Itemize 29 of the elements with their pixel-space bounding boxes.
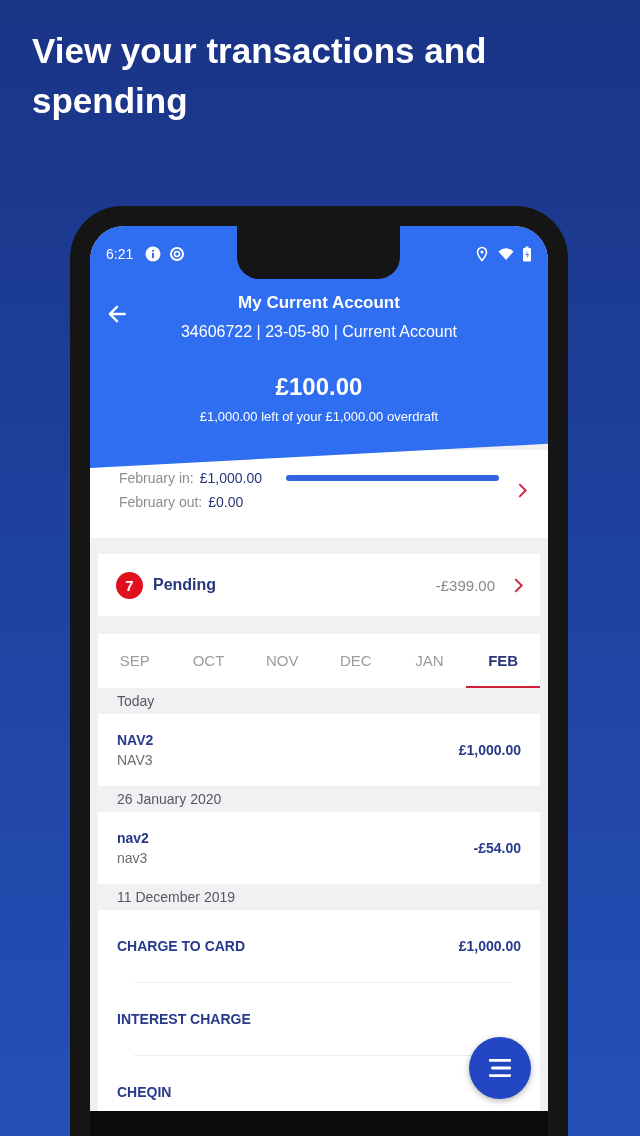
account-title: My Current Account [238, 293, 400, 313]
pending-count-badge: 7 [116, 571, 143, 599]
pending-label: Pending [153, 576, 217, 594]
in-label: February in: [119, 470, 194, 486]
month-tab[interactable]: FEB [466, 634, 541, 688]
transaction-name[interactable]: INTEREST CHARGE [117, 1011, 251, 1027]
account-details: 34606722 | 23-05-80 | Current Account [180, 323, 458, 341]
date-header: 11 December 2019 [116, 888, 237, 907]
pending-card[interactable]: 7 Pending -£399.00 [98, 554, 540, 616]
balance: £100.00 [274, 373, 364, 401]
transaction-name[interactable]: nav2 [117, 830, 149, 846]
status-time: 6:21 [106, 245, 134, 262]
pending-amount: -£399.00 [435, 576, 495, 594]
summary-card[interactable]: February in: £1,000.00 February out: £0.00 [90, 450, 548, 538]
transaction-name[interactable]: NAV2 [117, 732, 154, 748]
out-label: February out: [119, 494, 203, 510]
transaction-detail: NAV3 [117, 752, 153, 768]
in-amount: £1,000.00 [199, 470, 262, 486]
date-header: Today [116, 692, 156, 711]
transaction-amount: £1,000.00 [458, 938, 521, 954]
out-amount: £0.00 [208, 494, 244, 510]
date-header: 26 January 2020 [116, 790, 223, 809]
transaction-amount: £1,000.00 [458, 742, 521, 758]
headline: View your transactions and spending [31, 30, 488, 122]
transaction-name[interactable]: CHEQIN [117, 1084, 172, 1100]
transaction-detail: nav3 [117, 850, 148, 866]
overdraft-text: £1,000.00 left of your £1,000.00 overdraft [198, 409, 440, 424]
transaction-amount: -£54.00 [473, 840, 521, 856]
transaction-name[interactable]: CHARGE TO CARD [117, 938, 246, 954]
